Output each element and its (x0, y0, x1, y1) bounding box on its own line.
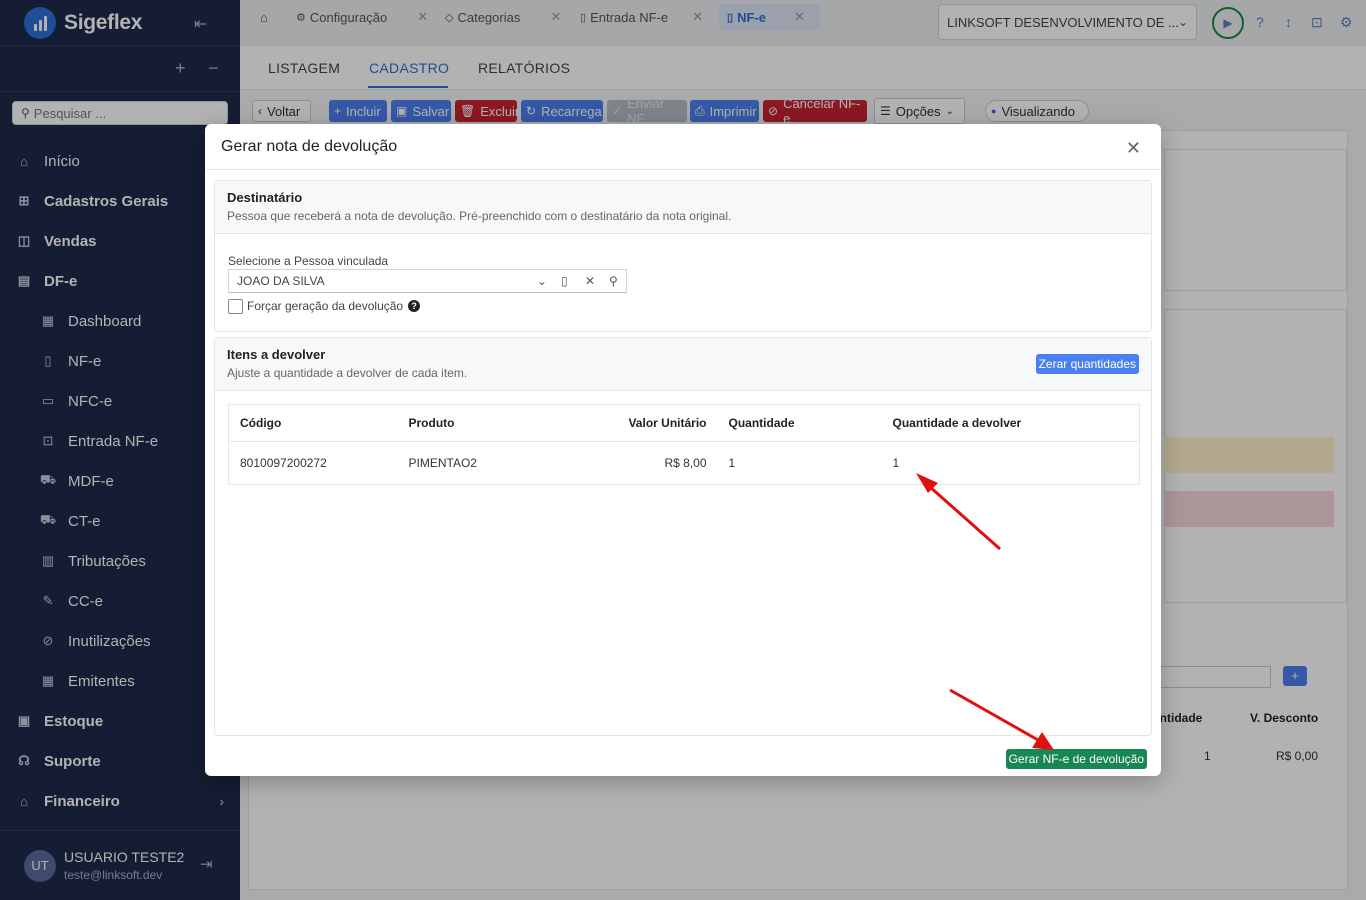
file-icon[interactable]: ▯ (561, 274, 568, 288)
items-title: Itens a devolver (227, 347, 326, 362)
person-select-value: JOAO DA SILVA (237, 274, 325, 288)
clear-icon[interactable]: ✕ (585, 274, 595, 288)
recipient-panel: Destinatário Pessoa que receberá a nota … (214, 180, 1152, 332)
reset-quantities-button[interactable]: Zerar quantidades (1035, 354, 1139, 374)
cell-quantidade: 1 (728, 456, 736, 470)
return-quantity-input[interactable]: 1 (882, 442, 1140, 485)
return-note-modal: Gerar nota de devolução ✕ Destinatário P… (205, 124, 1161, 776)
generate-return-nfe-button[interactable]: Gerar NF-e de devolução (1005, 749, 1147, 769)
table-header-row: Código Produto Valor Unitário Quantidade… (228, 404, 1140, 442)
cell-codigo: 8010097200272 (240, 456, 327, 470)
col-codigo: Código (228, 404, 398, 442)
recipient-panel-header: Destinatário Pessoa que receberá a nota … (215, 181, 1151, 234)
col-devolver: Quantidade a devolver (881, 404, 1140, 442)
items-panel: Itens a devolver Ajuste a quantidade a d… (214, 337, 1152, 736)
person-field-label: Selecione a Pessoa vinculada (228, 254, 389, 268)
table-row: 8010097200272 PIMENTAO2 R$ 8,00 1 1 (229, 442, 1140, 485)
help-icon[interactable]: ? (408, 300, 421, 312)
modal-title: Gerar nota de devolução (205, 124, 1161, 170)
col-quantidade: Quantidade (717, 404, 882, 442)
cell-produto: PIMENTAO2 (408, 456, 477, 470)
col-valor: Valor Unitário (557, 404, 718, 442)
recipient-subtitle: Pessoa que receberá a nota de devolução.… (227, 209, 732, 223)
force-checkbox[interactable] (228, 299, 243, 314)
cell-valor: R$ 8,00 (664, 456, 707, 470)
search-icon[interactable]: ⚲ (609, 274, 618, 288)
recipient-title: Destinatário (227, 190, 303, 205)
items-table: Código Produto Valor Unitário Quantidade… (228, 404, 1140, 485)
person-select[interactable]: JOAO DA SILVA ⌄ ▯ ✕ ⚲ (228, 269, 627, 293)
chevron-down-icon[interactable]: ⌄ (537, 274, 547, 288)
col-produto: Produto (397, 404, 558, 442)
items-panel-header: Itens a devolver Ajuste a quantidade a d… (215, 338, 1151, 391)
force-label: Forçar geração da devolução? (247, 299, 421, 313)
close-icon[interactable]: ✕ (1126, 138, 1141, 159)
items-subtitle: Ajuste a quantidade a devolver de cada i… (227, 366, 468, 380)
